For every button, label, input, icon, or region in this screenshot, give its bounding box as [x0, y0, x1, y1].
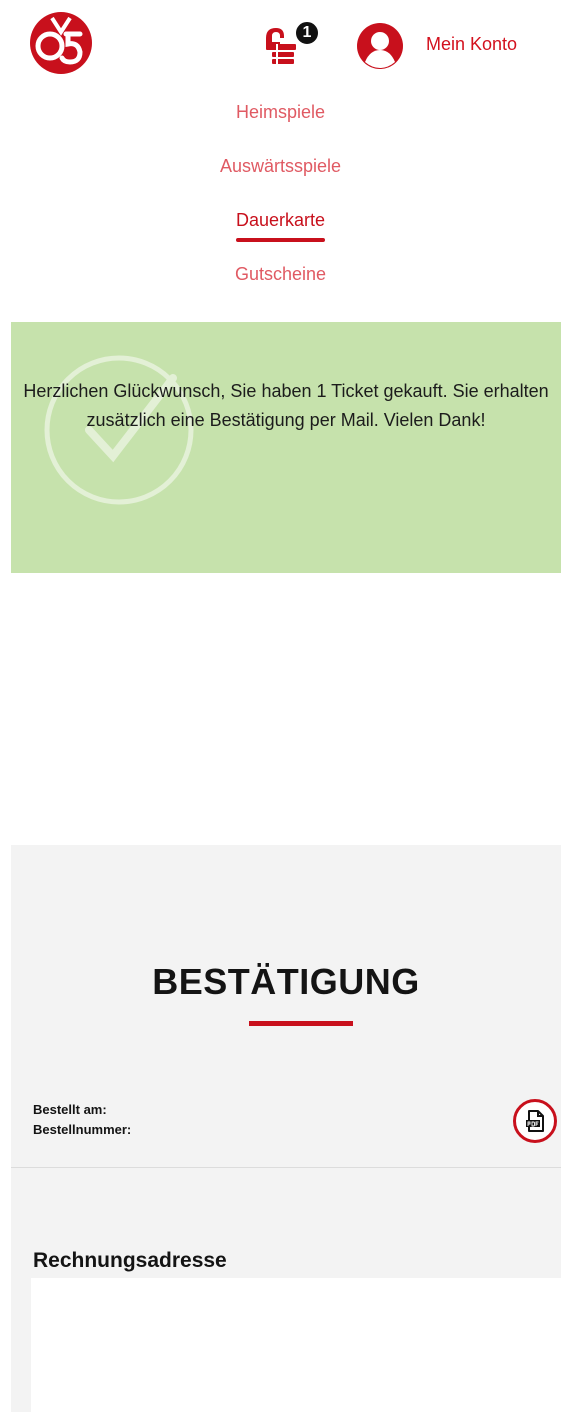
nav-item-label: Auswärtsspiele [219, 156, 342, 176]
nav-item-label: Heimspiele [235, 102, 326, 122]
nav-item-gutscheine[interactable]: Gutscheine [0, 258, 561, 312]
nav-item-dauerkarte[interactable]: Dauerkarte [0, 204, 561, 258]
page-title: BESTÄTIGUNG [152, 961, 420, 1002]
mainz-05-logo-icon[interactable] [28, 10, 94, 76]
section-divider [11, 1167, 561, 1168]
ordered-on-label: Bestellt am: [33, 1102, 107, 1117]
main-nav: Heimspiele Auswärtsspiele Dauerkarte Gut… [0, 96, 561, 312]
title-underline [249, 1021, 353, 1026]
nav-item-label: Gutscheine [234, 264, 327, 284]
user-avatar-icon[interactable] [356, 22, 404, 70]
confirmation-section: BESTÄTIGUNG Bestellt am: Bestellnummer: … [11, 845, 561, 1412]
nav-item-label: Dauerkarte [235, 204, 326, 242]
success-message: Herzlichen Glückwunsch, Sie haben 1 Tick… [23, 381, 549, 430]
pdf-download-button[interactable] [513, 1099, 557, 1143]
order-info: Bestellt am: Bestellnummer: [33, 1100, 131, 1140]
success-banner: Herzlichen Glückwunsch, Sie haben 1 Tick… [11, 322, 561, 573]
billing-address-card [31, 1278, 561, 1412]
nav-item-auswaertsspiele[interactable]: Auswärtsspiele [0, 150, 561, 204]
cart-count-badge: 1 [294, 20, 320, 46]
nav-item-heimspiele[interactable]: Heimspiele [0, 96, 561, 150]
order-number-label: Bestellnummer: [33, 1122, 132, 1137]
account-link[interactable]: Mein Konto [426, 34, 517, 55]
pdf-download-icon [526, 1110, 544, 1132]
billing-address-heading: Rechnungsadresse [33, 1249, 227, 1272]
